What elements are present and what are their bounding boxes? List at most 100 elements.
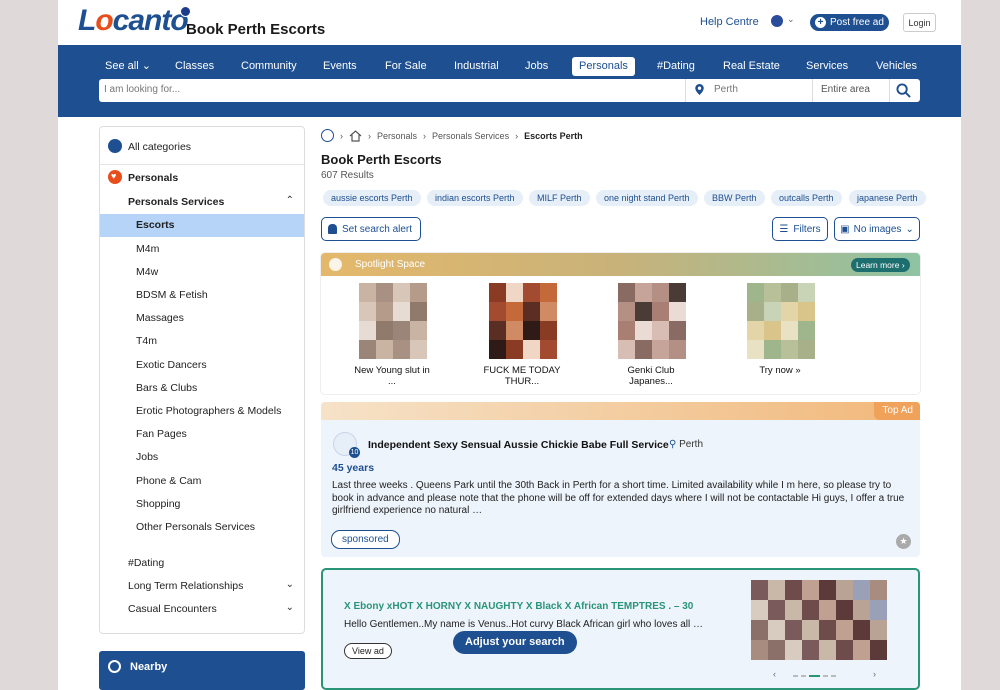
tag-chip[interactable]: one night stand Perth xyxy=(596,190,698,206)
sidebar-item-t4m[interactable]: T4m xyxy=(100,335,304,347)
spotlight-caption[interactable]: New Young slut in... xyxy=(347,365,437,387)
tag-chip[interactable]: outcalls Perth xyxy=(771,190,842,206)
carousel-prev-icon[interactable]: ‹ xyxy=(773,669,776,679)
set-search-alert-button[interactable]: Set search alert xyxy=(321,217,421,241)
sidebar-item-shopping[interactable]: Shopping xyxy=(100,498,304,510)
sidebar-item-casual[interactable]: Casual Encounters xyxy=(100,603,304,615)
spotlight-caption[interactable]: Genki Club Japanes... xyxy=(606,365,696,387)
thumbnail-pixel xyxy=(393,321,410,340)
spotlight-thumbnail[interactable] xyxy=(747,283,815,359)
nearby-section[interactable]: Nearby xyxy=(99,651,305,690)
sidebar-personals[interactable]: Personals xyxy=(128,172,298,184)
view-ad-button[interactable]: View ad xyxy=(344,643,392,659)
spotlight-thumbnail[interactable] xyxy=(359,283,427,359)
nav-real-estate[interactable]: Real Estate xyxy=(723,57,780,76)
flag-au-icon[interactable] xyxy=(771,15,783,27)
photo-pixel xyxy=(819,620,836,640)
sidebar-item-m4m[interactable]: M4m xyxy=(100,243,304,255)
page-title: Book Perth Escorts xyxy=(321,152,442,167)
thumbnail-pixel xyxy=(393,302,410,321)
adjust-search-button[interactable]: Adjust your search xyxy=(453,631,577,654)
sidebar-item-dating[interactable]: #Dating xyxy=(100,557,304,569)
ad-card[interactable]: X Ebony xHOT X HORNY X NAUGHTY X Black X… xyxy=(321,568,920,690)
logo[interactable]: Locanto xyxy=(78,4,189,38)
search-icon[interactable] xyxy=(896,83,911,98)
nav-community[interactable]: Community xyxy=(241,57,297,76)
tag-chip[interactable]: aussie escorts Perth xyxy=(323,190,421,206)
tag-chip[interactable]: japanese Perth xyxy=(849,190,926,206)
tag-chip[interactable]: indian escorts Perth xyxy=(427,190,523,206)
sidebar-item-bars-clubs[interactable]: Bars & Clubs xyxy=(100,382,304,394)
chevron-up-icon[interactable]: ⌃ xyxy=(286,195,294,206)
nav-vehicles[interactable]: Vehicles xyxy=(876,57,917,76)
chevron-down-icon[interactable]: ⌄ xyxy=(286,579,294,590)
photo-pixel xyxy=(802,600,819,620)
sidebar-item-exotic-dancers[interactable]: Exotic Dancers xyxy=(100,359,304,371)
chevron-down-icon[interactable]: ⌄ xyxy=(286,602,294,613)
area-select[interactable]: Entire area xyxy=(821,84,870,95)
photo-pixel xyxy=(802,640,819,660)
sidebar-item-escorts[interactable]: Escorts xyxy=(100,214,304,237)
nav-see-all[interactable]: See all ⌄ xyxy=(105,57,151,76)
nav-classes[interactable]: Classes xyxy=(175,57,214,76)
filters-button[interactable]: ☰ Filters xyxy=(772,217,828,241)
search-input[interactable]: I am looking for... xyxy=(104,84,180,95)
spotlight-caption[interactable]: FUCK ME TODAY THUR... xyxy=(477,365,567,387)
sidebar-item-jobs[interactable]: Jobs xyxy=(100,451,304,463)
ad-title[interactable]: X Ebony xHOT X HORNY X NAUGHTY X Black X… xyxy=(344,601,693,612)
globe-icon[interactable] xyxy=(321,129,334,142)
ad-title[interactable]: Independent Sexy Sensual Aussie Chickie … xyxy=(368,439,669,451)
nav-dating[interactable]: #Dating xyxy=(657,57,695,76)
tag-chip[interactable]: MILF Perth xyxy=(529,190,590,206)
home-icon[interactable] xyxy=(349,129,362,142)
sidebar-item-erotic-photographers[interactable]: Erotic Photographers & Models xyxy=(100,405,304,417)
nav-services[interactable]: Services xyxy=(806,57,848,76)
top-ad-card[interactable]: Top Ad 10 Independent Sexy Sensual Aussi… xyxy=(321,402,920,557)
spotlight-thumbnail[interactable] xyxy=(618,283,686,359)
thumbnail-pixel xyxy=(523,283,540,302)
nav-personals[interactable]: Personals xyxy=(572,57,635,76)
sidebar-item-bdsm[interactable]: BDSM & Fetish xyxy=(100,289,304,301)
sidebar-item-massages[interactable]: Massages xyxy=(100,312,304,324)
favorite-star-icon[interactable]: ★ xyxy=(896,534,911,549)
carousel-next-icon[interactable]: › xyxy=(873,669,876,679)
post-ad-button[interactable]: + Post free ad xyxy=(810,14,889,31)
thumbnail-pixel xyxy=(393,283,410,302)
post-ad-label: Post free ad xyxy=(830,17,884,28)
thumbnail-pixel xyxy=(635,283,652,302)
nav-jobs[interactable]: Jobs xyxy=(525,57,548,76)
sidebar-item-other[interactable]: Other Personals Services xyxy=(100,521,304,533)
photo-pixel xyxy=(785,620,802,640)
sidebar-item-m4w[interactable]: M4w xyxy=(100,266,304,278)
sidebar-item-fan-pages[interactable]: Fan Pages xyxy=(100,428,304,440)
sidebar-item-phone-cam[interactable]: Phone & Cam xyxy=(100,475,304,487)
thumbnail-pixel xyxy=(523,302,540,321)
tag-chip[interactable]: BBW Perth xyxy=(704,190,765,206)
location-input[interactable]: Perth xyxy=(714,84,738,95)
nav-for-sale[interactable]: For Sale xyxy=(385,57,427,76)
chevron-down-icon[interactable]: ⌄ xyxy=(787,14,795,25)
ad-photo[interactable] xyxy=(751,580,887,660)
spotlight-header: Spotlight Space Learn more › xyxy=(321,253,920,276)
spotlight-title: Spotlight Space xyxy=(355,259,426,270)
spotlight-thumbnail[interactable] xyxy=(489,283,557,359)
learn-more-button[interactable]: Learn more › xyxy=(851,258,910,272)
thumbnail-pixel xyxy=(747,283,764,302)
thumbnail-pixel xyxy=(410,283,427,302)
no-images-select[interactable]: ▣ No images ⌄ xyxy=(834,217,920,241)
sidebar-personals-services[interactable]: Personals Services xyxy=(128,196,298,208)
sidebar-all-categories[interactable]: All categories xyxy=(128,141,298,153)
thumbnail-pixel xyxy=(618,321,635,340)
divider xyxy=(685,79,686,102)
ad-description: Hello Gentlemen..My name is Venus..Hot c… xyxy=(344,619,704,630)
login-button[interactable]: Login xyxy=(903,13,936,32)
spotlight-caption[interactable]: Try now » xyxy=(735,365,825,376)
nav-events[interactable]: Events xyxy=(323,57,357,76)
photo-pixel xyxy=(836,620,853,640)
sidebar-item-long-term[interactable]: Long Term Relationships xyxy=(100,580,304,592)
nav-industrial[interactable]: Industrial xyxy=(454,57,499,76)
help-centre-link[interactable]: Help Centre xyxy=(700,16,759,28)
photo-pixel xyxy=(836,580,853,600)
breadcrumb-personals-services[interactable]: Personals Services xyxy=(432,131,509,141)
breadcrumb-personals[interactable]: Personals xyxy=(377,131,417,141)
